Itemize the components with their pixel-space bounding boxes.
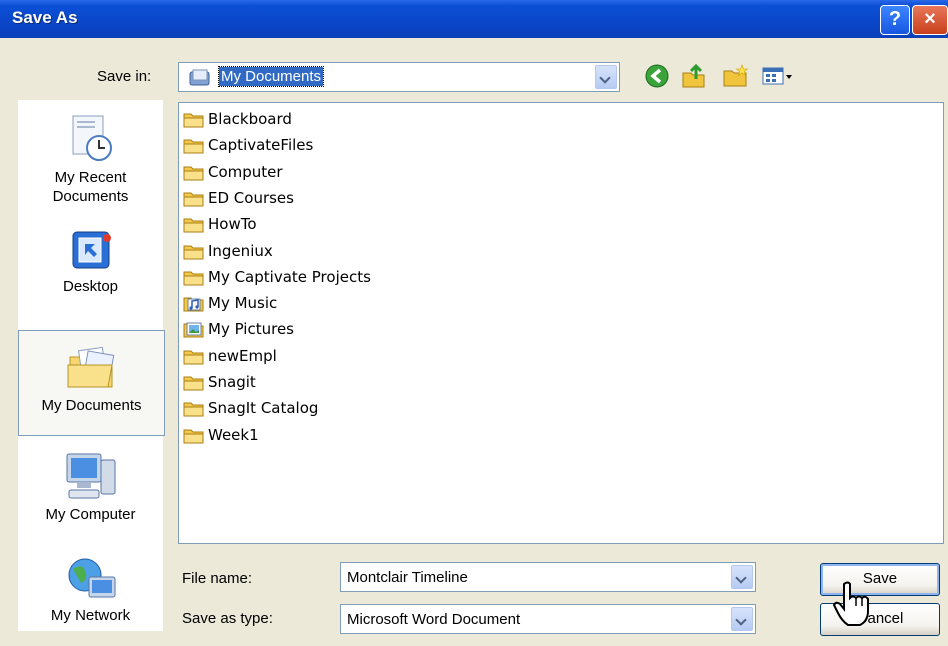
folder-icon: [183, 429, 204, 444]
place-my-recent-documents[interactable]: My Recent Documents: [18, 112, 163, 206]
new-folder-icon[interactable]: [722, 63, 752, 89]
file-list[interactable]: Blackboard CaptivateFiles Computer ED Cours…: [178, 102, 944, 544]
file-name-text: SnagIt Catalog: [208, 399, 319, 418]
my-network-icon: [68, 558, 115, 598]
file-list-item[interactable]: newEmpl: [183, 344, 277, 368]
save-in-dropdown-button[interactable]: [595, 65, 617, 89]
save-as-type-dropdown-button[interactable]: [731, 607, 753, 631]
file-list-item[interactable]: SnagIt Catalog: [183, 396, 318, 420]
back-icon[interactable]: [644, 63, 674, 89]
save-as-type-dropdown[interactable]: Microsoft Word Document: [340, 604, 756, 634]
file-list-item[interactable]: Blackboard: [183, 107, 292, 131]
folder-icon: [183, 113, 204, 128]
file-list-item[interactable]: Computer: [183, 160, 283, 184]
close-button[interactable]: ×: [912, 5, 948, 35]
file-name-text: ED Courses: [208, 188, 294, 207]
my-documents-icon: [67, 346, 114, 388]
save-as-type-value: Microsoft Word Document: [347, 611, 521, 628]
file-list-item[interactable]: ED Courses: [183, 186, 294, 210]
file-list-item[interactable]: My Pictures: [183, 317, 294, 341]
hand-cursor-icon: [832, 581, 869, 626]
place-desktop[interactable]: Desktop: [18, 228, 163, 295]
place-label: My Documents: [41, 397, 142, 414]
folder-icon: [183, 271, 204, 286]
file-name-text: Blackboard: [208, 110, 292, 128]
save-in-dropdown[interactable]: My Documents: [178, 62, 620, 92]
music-folder-icon: [183, 297, 204, 312]
file-name-text: Ingeniux: [208, 241, 273, 260]
file-name-text: Computer: [208, 162, 283, 181]
file-name-input[interactable]: Montclair Timeline: [340, 562, 756, 592]
title-bar[interactable]: Save As ? ×: [0, 0, 948, 38]
folder-icon: [183, 350, 204, 365]
my-computer-icon: [66, 453, 115, 499]
folder-icon: [183, 245, 204, 259]
views-menu-icon[interactable]: [760, 63, 804, 89]
save-in-value: My Documents: [217, 66, 325, 87]
file-name-text: Week1: [208, 425, 259, 444]
folder-icon: [183, 376, 204, 391]
my-documents-small-icon: [189, 69, 210, 86]
save-as-dialog: Save As ? × Save in: My Documents My Rec…: [0, 0, 948, 646]
file-name-text: HowTo: [208, 215, 257, 234]
up-folder-icon[interactable]: [680, 63, 710, 89]
place-label: My Network: [50, 607, 131, 624]
folder-icon: [183, 139, 204, 154]
file-list-item[interactable]: Snagit: [183, 370, 256, 394]
file-list-item[interactable]: CaptivateFiles: [183, 133, 313, 157]
place-label: My Computer: [45, 506, 136, 523]
file-list-item[interactable]: My Captivate Projects: [183, 265, 371, 289]
folder-icon: [183, 402, 204, 417]
place-label: Desktop: [62, 278, 119, 295]
file-list-item[interactable]: Ingeniux: [183, 239, 273, 263]
folder-icon: [183, 192, 204, 207]
file-list-item[interactable]: My Music: [183, 291, 277, 315]
help-button[interactable]: ?: [880, 5, 910, 35]
recent-documents-icon: [72, 115, 112, 161]
folder-icon: [183, 166, 204, 181]
pictures-folder-icon: [183, 322, 204, 338]
file-name-text: CaptivateFiles: [208, 136, 314, 155]
file-name-text: My Captivate Projects: [208, 267, 371, 286]
file-name-label: File name:: [182, 570, 253, 587]
file-list-item[interactable]: Week1: [183, 423, 259, 447]
folder-icon: [183, 218, 204, 233]
file-name-text: My Pictures: [208, 320, 294, 339]
window-title: Save As: [12, 8, 78, 27]
save-as-type-label: Save as type:: [182, 610, 273, 627]
file-name-text: Snagit: [208, 373, 256, 391]
file-name-text: newEmpl: [208, 346, 277, 365]
places-bar: My Recent Documents Desktop My Documents: [18, 100, 165, 631]
desktop-icon: [72, 231, 111, 269]
place-my-computer[interactable]: My Computer: [18, 450, 163, 523]
file-name-value: Montclair Timeline: [347, 569, 468, 586]
file-name-text: My Music: [208, 294, 278, 313]
file-list-item[interactable]: HowTo: [183, 212, 257, 236]
file-name-dropdown-button[interactable]: [731, 565, 753, 589]
place-my-network[interactable]: My Network: [18, 555, 163, 624]
place-label: My Recent Documents: [52, 169, 129, 205]
save-in-label: Save in:: [97, 68, 152, 85]
place-my-documents[interactable]: My Documents: [18, 330, 165, 436]
